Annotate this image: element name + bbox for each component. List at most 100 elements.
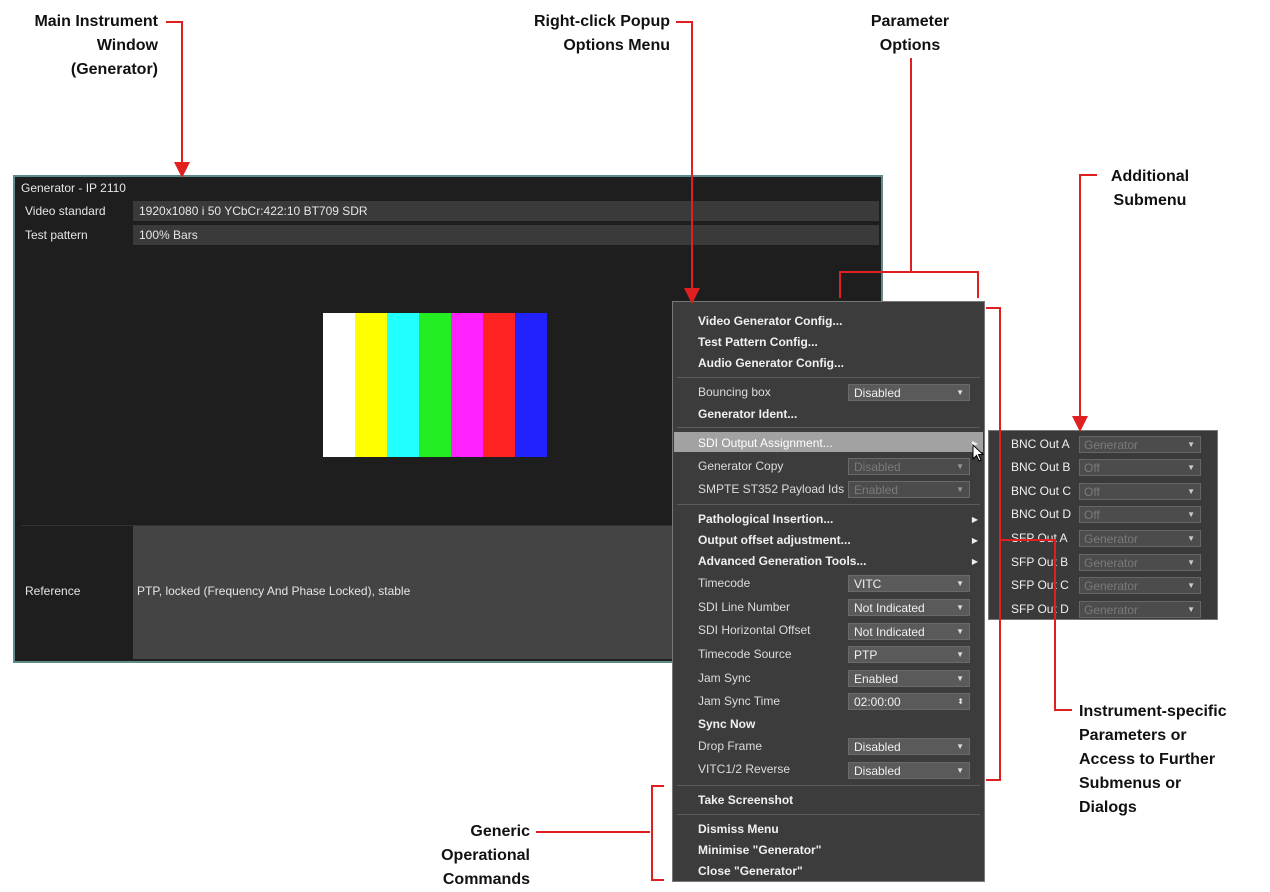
bnc-out-a-dropdown[interactable]: Generator ▼ [1079, 436, 1201, 453]
annotation-line: Generic [470, 823, 530, 840]
color-bar [387, 313, 419, 457]
chevron-down-icon: ▼ [956, 603, 964, 612]
annotation-parameter-options: Parameter Options [850, 10, 970, 58]
jam-sync-time-spinbox[interactable]: 02:00:00 ⬍ [848, 693, 970, 710]
menu-item-audio-generator-config[interactable]: Audio Generator Config... [698, 356, 844, 370]
vitc-reverse-label: VITC1/2 Reverse [698, 762, 791, 776]
smpte-payload-label: SMPTE ST352 Payload Ids [698, 482, 845, 496]
sfp-out-b-label: SFP Out B [1011, 555, 1069, 569]
dropdown-value: Not Indicated [854, 625, 925, 639]
annotation-line: (Generator) [70, 61, 158, 78]
drop-frame-dropdown[interactable]: Disabled ▼ [848, 738, 970, 755]
menu-item-pathological-insertion[interactable]: Pathological Insertion... [698, 512, 833, 526]
chevron-down-icon: ▼ [1187, 581, 1195, 590]
annotation-line: Window [96, 37, 158, 54]
video-standard-label: Video standard [25, 204, 106, 218]
menu-item-generator-ident[interactable]: Generator Ident... [698, 407, 797, 421]
menu-item-advanced-generation-tools[interactable]: Advanced Generation Tools... [698, 554, 866, 568]
sfp-out-a-dropdown[interactable]: Generator ▼ [1079, 530, 1201, 547]
timecode-source-label: Timecode Source [698, 647, 792, 661]
spin-arrows-icon[interactable]: ⬍ [957, 694, 964, 709]
leader-main-window [166, 21, 190, 178]
chevron-down-icon: ▼ [956, 650, 964, 659]
dropdown-value: Enabled [854, 672, 899, 686]
dropdown-value: Disabled [854, 764, 901, 778]
menu-item-sync-now[interactable]: Sync Now [698, 717, 755, 731]
window-title: Generator - IP 2110 [21, 181, 126, 195]
bnc-out-b-dropdown[interactable]: Off ▼ [1079, 459, 1201, 476]
annotation-main-window: Main Instrument Window (Generator) [6, 10, 158, 82]
dropdown-value: Generator [1084, 532, 1139, 546]
annotation-generic-commands: Generic Operational Commands [400, 820, 530, 892]
menu-item-video-generator-config[interactable]: Video Generator Config... [698, 314, 842, 328]
smpte-payload-dropdown: Enabled ▼ [848, 481, 970, 498]
dropdown-value: Disabled [854, 740, 901, 754]
annotation-line: Options [879, 37, 941, 54]
annotation-line: Instrument-specific [1079, 703, 1227, 720]
sfp-out-c-dropdown[interactable]: Generator ▼ [1079, 577, 1201, 594]
color-bar [323, 313, 355, 457]
vitc-reverse-dropdown[interactable]: Disabled ▼ [848, 762, 970, 779]
jam-sync-label: Jam Sync [698, 671, 751, 685]
dropdown-value: PTP [854, 648, 878, 662]
test-pattern-row[interactable]: Test pattern 100% Bars [21, 225, 879, 245]
video-standard-value[interactable]: 1920x1080 i 50 YCbCr:422:10 BT709 SDR [133, 201, 879, 221]
test-pattern-label: Test pattern [25, 228, 88, 242]
bnc-out-d-dropdown[interactable]: Off ▼ [1079, 506, 1201, 523]
video-standard-row[interactable]: Video standard 1920x1080 i 50 YCbCr:422:… [21, 201, 879, 221]
sfp-out-d-dropdown[interactable]: Generator ▼ [1079, 601, 1201, 618]
menu-item-minimise[interactable]: Minimise "Generator" [698, 843, 821, 857]
menu-item-test-pattern-config[interactable]: Test Pattern Config... [698, 335, 818, 349]
generator-copy-dropdown: Disabled ▼ [848, 458, 970, 475]
mouse-cursor-icon [972, 444, 985, 462]
bouncing-box-dropdown[interactable]: Disabled ▼ [848, 384, 970, 401]
menu-item-sdi-output-assignment[interactable]: SDI Output Assignment... [698, 436, 833, 450]
annotation-line: Parameter [870, 13, 950, 30]
chevron-down-icon: ▼ [1187, 510, 1195, 519]
timecode-source-dropdown[interactable]: PTP ▼ [848, 646, 970, 663]
chevron-down-icon: ▼ [1187, 440, 1195, 449]
dropdown-value: Not Indicated [854, 601, 925, 615]
bnc-out-c-dropdown[interactable]: Off ▼ [1079, 483, 1201, 500]
test-pattern-value[interactable]: 100% Bars [133, 225, 879, 245]
dropdown-value: Off [1084, 461, 1100, 475]
sfp-out-b-dropdown[interactable]: Generator ▼ [1079, 554, 1201, 571]
annotation-line: Parameters or [1079, 727, 1187, 744]
annotation-line: Options Menu [563, 37, 670, 54]
dropdown-value: VITC [854, 577, 882, 591]
menu-item-output-offset-adjustment[interactable]: Output offset adjustment... [698, 533, 851, 547]
annotation-instrument-specific: Instrument-specific Parameters or Access… [1079, 700, 1264, 820]
sdi-output-submenu[interactable]: BNC Out A Generator ▼ BNC Out B Off ▼ BNC … [988, 430, 1218, 620]
annotation-line: Commands [442, 871, 530, 888]
bnc-out-c-label: BNC Out C [1011, 484, 1072, 498]
right-click-popup-menu[interactable]: Video Generator Config... Test Pattern C… [672, 301, 985, 882]
timecode-dropdown[interactable]: VITC ▼ [848, 575, 970, 592]
spinbox-value: 02:00:00 [854, 695, 901, 709]
menu-separator [677, 427, 980, 428]
menu-separator [677, 785, 980, 786]
dropdown-value: Generator [1084, 556, 1139, 570]
chevron-down-icon: ▼ [956, 742, 964, 751]
sdi-line-number-label: SDI Line Number [698, 600, 791, 614]
jam-sync-dropdown[interactable]: Enabled ▼ [848, 670, 970, 687]
annotation-line: Access to Further [1079, 751, 1216, 768]
menu-separator [677, 504, 980, 505]
annotation-popup-menu: Right-click Popup Options Menu [490, 10, 670, 58]
submenu-arrow-icon: ▶ [971, 536, 978, 545]
color-bar [355, 313, 387, 457]
menu-item-dismiss[interactable]: Dismiss Menu [698, 822, 779, 836]
menu-item-close[interactable]: Close "Generator" [698, 864, 803, 878]
menu-separator [677, 814, 980, 815]
menu-item-take-screenshot[interactable]: Take Screenshot [698, 793, 793, 807]
reference-label: Reference [25, 584, 81, 598]
sdi-horizontal-offset-dropdown[interactable]: Not Indicated ▼ [848, 623, 970, 640]
annotation-line: Additional [1110, 168, 1190, 185]
chevron-down-icon: ▼ [1187, 558, 1195, 567]
chevron-down-icon: ▼ [956, 388, 964, 397]
dropdown-value: Generator [1084, 438, 1139, 452]
submenu-arrow-icon: ▶ [971, 515, 978, 524]
sfp-out-d-label: SFP Out D [1011, 602, 1069, 616]
color-bar [483, 313, 515, 457]
sfp-out-a-label: SFP Out A [1011, 531, 1068, 545]
sdi-line-number-dropdown[interactable]: Not Indicated ▼ [848, 599, 970, 616]
